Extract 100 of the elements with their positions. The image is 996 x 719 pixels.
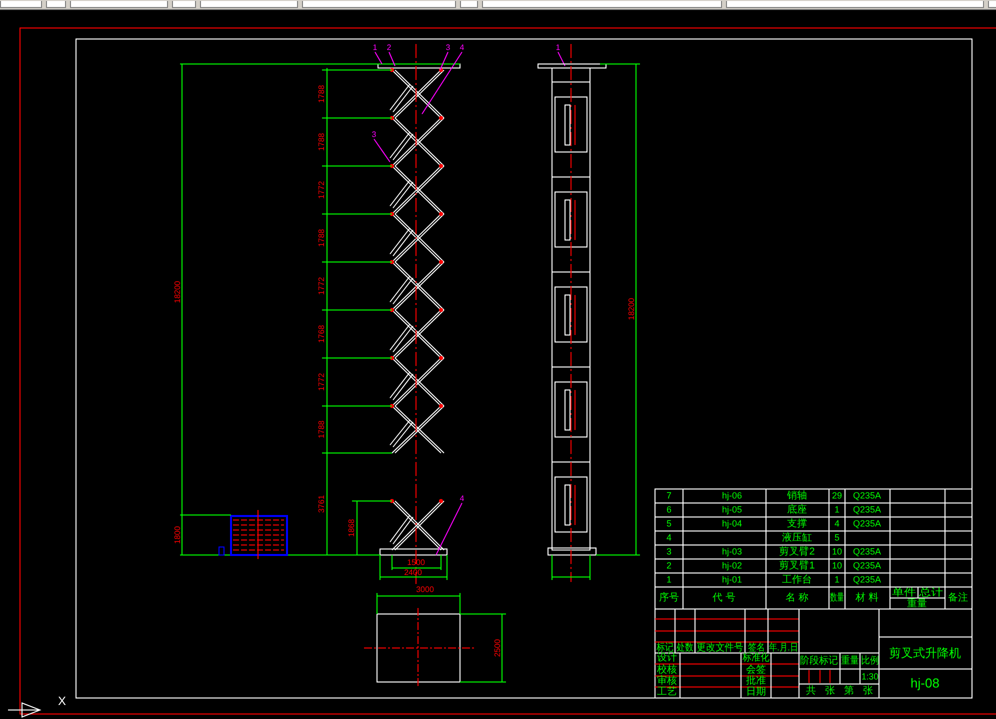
part-number: 7 bbox=[666, 490, 672, 500]
leader-line bbox=[374, 52, 382, 64]
part-quantity: 1 bbox=[834, 504, 840, 514]
part-code: hj-05 bbox=[722, 504, 742, 514]
dimension-label: 1788 bbox=[317, 229, 326, 247]
part-name: 剪叉臂1 bbox=[779, 560, 815, 572]
part-quantity: 10 bbox=[832, 546, 842, 556]
toolbar-field[interactable] bbox=[70, 1, 168, 8]
sign-label: 工艺 bbox=[657, 686, 677, 698]
dimension-label: 1500 bbox=[407, 558, 425, 568]
dimension-label: 18200 bbox=[627, 298, 636, 320]
dimension-label: 1788 bbox=[317, 85, 326, 103]
header-label: 名 称 bbox=[786, 592, 808, 604]
sign-label: 标准化 bbox=[742, 652, 772, 664]
part-name: 销轴 bbox=[787, 490, 807, 502]
part-name: 工作台 bbox=[782, 574, 812, 586]
leader-label: 1 bbox=[556, 43, 560, 52]
part-quantity: 10 bbox=[832, 560, 842, 570]
header-label: 代 号 bbox=[712, 592, 736, 604]
weight-label: 重量 bbox=[841, 656, 861, 667]
dimension-label: 2500 bbox=[493, 639, 502, 657]
leader-line bbox=[374, 138, 390, 162]
spring-drawing bbox=[218, 510, 288, 560]
sign-label: 批准 bbox=[746, 676, 766, 687]
leader-label: 4 bbox=[460, 43, 464, 52]
sheet-label: 第 bbox=[844, 686, 854, 697]
drawing-number: hj-08 bbox=[910, 675, 940, 690]
part-name: 支撑 bbox=[787, 518, 807, 530]
leader-label: 1 bbox=[372, 43, 378, 52]
header-label: 材 料 bbox=[856, 592, 878, 604]
sign-label: 设计 bbox=[657, 652, 677, 664]
part-material: Q235A bbox=[852, 504, 882, 514]
part-material: Q235A bbox=[852, 560, 882, 570]
part-quantity: 5 bbox=[834, 532, 840, 542]
dimension-label: 2400 bbox=[404, 568, 422, 578]
part-code: hj-01 bbox=[722, 574, 742, 584]
part-quantity: 1 bbox=[834, 574, 840, 584]
dimension-label: 3761 bbox=[317, 495, 326, 513]
part-name: 液压缸 bbox=[782, 532, 812, 544]
scale-label: 比例 bbox=[861, 656, 881, 667]
dimension-label: 1772 bbox=[317, 373, 326, 391]
toolbar-field[interactable] bbox=[726, 1, 984, 8]
part-code: hj-06 bbox=[722, 490, 742, 500]
part-code: hj-03 bbox=[722, 546, 742, 556]
dimension-label: 18200 bbox=[173, 280, 182, 304]
leader-label: 2 bbox=[386, 43, 392, 52]
leader-label: 3 bbox=[372, 130, 376, 140]
leader-label: 3 bbox=[446, 43, 450, 52]
dimension-label: 1768 bbox=[317, 325, 326, 343]
dimension-label: 1772 bbox=[317, 181, 326, 199]
drawing-title: 剪叉式升降机 bbox=[889, 646, 961, 660]
part-name: 底座 bbox=[787, 504, 807, 516]
part-number: 4 bbox=[666, 532, 672, 542]
revision-header: 年.月.日 bbox=[769, 642, 805, 654]
sheet-label: 张 bbox=[863, 686, 873, 697]
dimension-label: 1788 bbox=[317, 133, 326, 151]
part-code: hj-04 bbox=[722, 518, 742, 528]
part-quantity: 29 bbox=[832, 490, 842, 500]
toolbar-field[interactable] bbox=[172, 1, 196, 8]
part-number: 6 bbox=[666, 504, 672, 514]
toolbar-field[interactable] bbox=[302, 1, 456, 8]
leader-line bbox=[558, 52, 566, 66]
part-code: hj-02 bbox=[722, 560, 742, 570]
leader-label: 4 bbox=[460, 494, 464, 504]
part-name: 剪叉臂2 bbox=[779, 546, 815, 558]
header-label: 单件 bbox=[892, 588, 912, 599]
part-material: Q235A bbox=[852, 546, 882, 556]
dimension-label: 1868 bbox=[347, 519, 356, 537]
part-number: 3 bbox=[666, 546, 672, 556]
toolbar-field[interactable] bbox=[46, 1, 66, 8]
toolbar-field[interactable] bbox=[200, 1, 298, 8]
sign-label: 日期 bbox=[746, 686, 766, 698]
revision-header: 更改文件号 bbox=[696, 642, 746, 654]
header-label: 序号 bbox=[659, 592, 679, 604]
dimension-label: 1772 bbox=[317, 277, 326, 295]
sheet-label: 张 bbox=[825, 686, 835, 697]
header-label: 总计 bbox=[919, 588, 939, 599]
header-label: 数量 bbox=[830, 592, 850, 604]
axis-label: X bbox=[58, 694, 66, 708]
sign-label: 会签 bbox=[746, 664, 766, 676]
ucs-arrow-icon bbox=[8, 702, 42, 718]
stage-label: 阶段标记 bbox=[800, 656, 840, 667]
part-number: 1 bbox=[666, 574, 672, 584]
header-label: 重量 bbox=[907, 598, 927, 610]
part-number: 2 bbox=[666, 560, 672, 570]
part-quantity: 4 bbox=[834, 518, 840, 528]
part-number: 5 bbox=[666, 518, 672, 528]
toolbar-field[interactable] bbox=[460, 1, 478, 8]
toolbar-field[interactable] bbox=[482, 1, 722, 8]
sign-label: 审核 bbox=[657, 676, 677, 687]
dimension-label: 1800 bbox=[173, 526, 182, 544]
toolbar-field[interactable] bbox=[0, 1, 42, 8]
part-material: Q235A bbox=[852, 518, 882, 528]
sign-label: 校核 bbox=[657, 664, 677, 676]
dimension-label: 1788 bbox=[317, 420, 326, 438]
revision-header: 处数 bbox=[676, 642, 696, 654]
scale-value: 1:30 bbox=[862, 671, 880, 682]
leader-line bbox=[388, 52, 396, 66]
sheet-label: 共 bbox=[806, 686, 816, 697]
leader-line bbox=[436, 502, 462, 556]
